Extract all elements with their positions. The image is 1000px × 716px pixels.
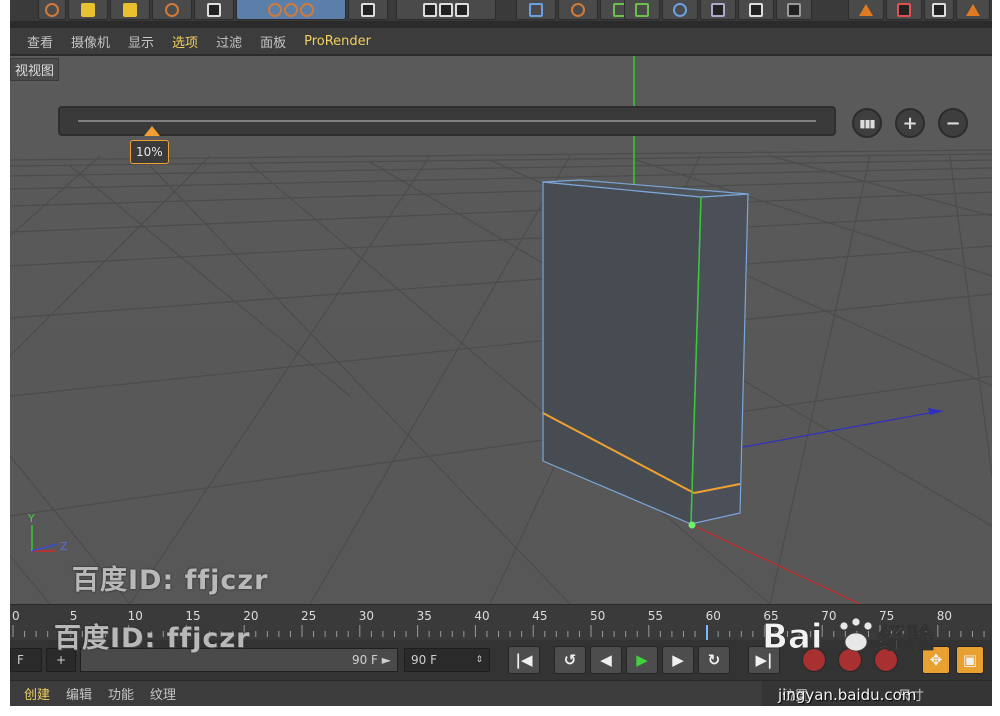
axis-lock-group[interactable] [236, 0, 346, 20]
baidu-jingyan-logo: Bai 经验 [762, 617, 935, 658]
light-icon[interactable] [776, 0, 812, 20]
menu-panel[interactable]: 面板 [251, 32, 295, 51]
next-key-button[interactable]: ↻ [698, 646, 730, 674]
menu-display[interactable]: 显示 [119, 32, 163, 51]
z-axis-icon[interactable] [300, 2, 314, 17]
timeline-tick-label: 40 [474, 609, 490, 623]
scale-key-icon: ▣ [962, 651, 978, 669]
spinner-icon: ⇕ [475, 655, 483, 665]
main-toolbar [10, 0, 992, 22]
menu-camera[interactable]: 摄像机 [62, 32, 119, 51]
end-frame-value: 90 F [351, 653, 378, 667]
menu-options[interactable]: 选项 [163, 32, 207, 51]
tab-edit[interactable]: 编辑 [58, 684, 100, 703]
minus-icon: − [945, 112, 961, 134]
previous-frame-icon: ◀ [600, 651, 612, 669]
next-key-icon: ↻ [707, 651, 721, 669]
next-frame-button[interactable]: ▶ [662, 646, 694, 674]
spline-icon[interactable] [558, 0, 598, 20]
snap-icon[interactable] [848, 0, 884, 20]
camera-icon[interactable] [738, 0, 774, 20]
timeline-tick-label: 30 [358, 609, 375, 623]
zoom-value-tooltip: 10% [130, 140, 169, 164]
scale-tool-icon[interactable] [110, 0, 150, 20]
screenshot-frame: 查看 摄像机 显示 选项 过滤 面板 ProRender Y Z 视视图 10%… [0, 0, 1000, 716]
previous-frame-button[interactable]: ◀ [590, 646, 622, 674]
render-picture-viewer-icon[interactable] [439, 2, 453, 17]
previous-key-icon: ↺ [563, 651, 577, 669]
plus-icon: + [902, 112, 918, 134]
gizmo-z-label: Z [60, 540, 68, 553]
next-frame-icon: ▶ [672, 651, 684, 669]
menu-view[interactable]: 查看 [18, 32, 62, 51]
coordinate-system-icon[interactable] [348, 0, 388, 20]
menu-filter[interactable]: 过滤 [207, 32, 251, 51]
object-pivot-point[interactable] [688, 521, 696, 529]
viewport-scene: Y Z [10, 56, 992, 604]
pause-icon: ▮▮▮ [859, 116, 875, 130]
zoom-out-button[interactable]: − [938, 108, 968, 138]
start-frame-field[interactable]: F [10, 648, 42, 672]
recent-tools-icon[interactable] [194, 0, 234, 20]
timeline-tick-label: 0 [12, 609, 20, 623]
gizmo-y-label: Y [27, 512, 35, 525]
zoom-in-button[interactable]: + [895, 108, 925, 138]
watermark-id-upper: 百度ID: ffjczr [72, 565, 269, 596]
perspective-viewport[interactable]: Y Z 视视图 10% ▮▮▮ + − [10, 56, 992, 604]
timeline-tick-label: 35 [416, 609, 432, 623]
go-to-start-button[interactable]: |◀ [508, 646, 540, 674]
deformer-icon[interactable] [662, 0, 698, 20]
tab-create[interactable]: 创建 [16, 684, 58, 703]
x-axis-icon[interactable] [268, 2, 282, 17]
key-scale-button[interactable]: ▣ [956, 646, 984, 674]
zoom-pause-button[interactable]: ▮▮▮ [852, 108, 882, 138]
max-frame-field[interactable]: 90 F ⇕ [404, 648, 490, 672]
floor-background [10, 56, 992, 604]
rotate-tool-icon[interactable] [152, 0, 192, 20]
watermark-id-lower: 百度ID: ffjczr [54, 623, 251, 654]
zoom-slider-thumb[interactable] [143, 126, 160, 136]
max-frame-value: 90 F [411, 653, 437, 667]
layout-icon[interactable] [924, 0, 954, 20]
tab-texture[interactable]: 纹理 [142, 684, 184, 703]
svg-text:经验: 经验 [878, 622, 934, 655]
cinema4d-window: 查看 摄像机 显示 选项 过滤 面板 ProRender Y Z 视视图 10%… [10, 0, 992, 706]
plus-icon: + [55, 653, 67, 667]
play-small-icon: ► [381, 653, 391, 667]
workplane-icon[interactable] [886, 0, 922, 20]
play-button[interactable]: ▶ [626, 646, 658, 674]
y-axis-icon[interactable] [284, 2, 298, 17]
cube-primitive-icon[interactable] [516, 0, 556, 20]
timeline-tick-label: 55 [647, 609, 664, 623]
play-icon: ▶ [636, 651, 648, 669]
zoom-slider[interactable] [58, 106, 836, 136]
timeline-tick-label: 60 [705, 609, 721, 623]
move-tool-icon[interactable] [68, 0, 108, 20]
timeline-tick-label: 25 [301, 609, 317, 623]
render-group[interactable] [396, 0, 496, 20]
tab-function[interactable]: 功能 [100, 684, 142, 703]
render-view-icon[interactable] [423, 2, 437, 17]
undo-icon[interactable] [38, 0, 66, 20]
timeline-playhead[interactable] [705, 625, 708, 641]
menu-prorender[interactable]: ProRender [295, 34, 380, 49]
zoom-slider-track[interactable] [78, 120, 816, 122]
timeline-tick-label: 50 [590, 609, 606, 623]
view-label[interactable]: 视视图 [10, 58, 60, 81]
baidu-jingyan-url: jingyan.baidu.com [778, 686, 917, 704]
skip-start-icon: |◀ [515, 651, 533, 669]
render-settings-icon[interactable] [455, 2, 469, 17]
floor-icon[interactable] [700, 0, 736, 20]
timeline-tick-label: 45 [532, 609, 548, 623]
cone-icon[interactable] [956, 0, 990, 20]
previous-key-button[interactable]: ↺ [554, 646, 586, 674]
array-icon[interactable] [624, 0, 660, 20]
svg-text:Bai: Bai [762, 617, 823, 657]
viewport-menubar: 查看 摄像机 显示 选项 过滤 面板 ProRender [10, 28, 992, 54]
